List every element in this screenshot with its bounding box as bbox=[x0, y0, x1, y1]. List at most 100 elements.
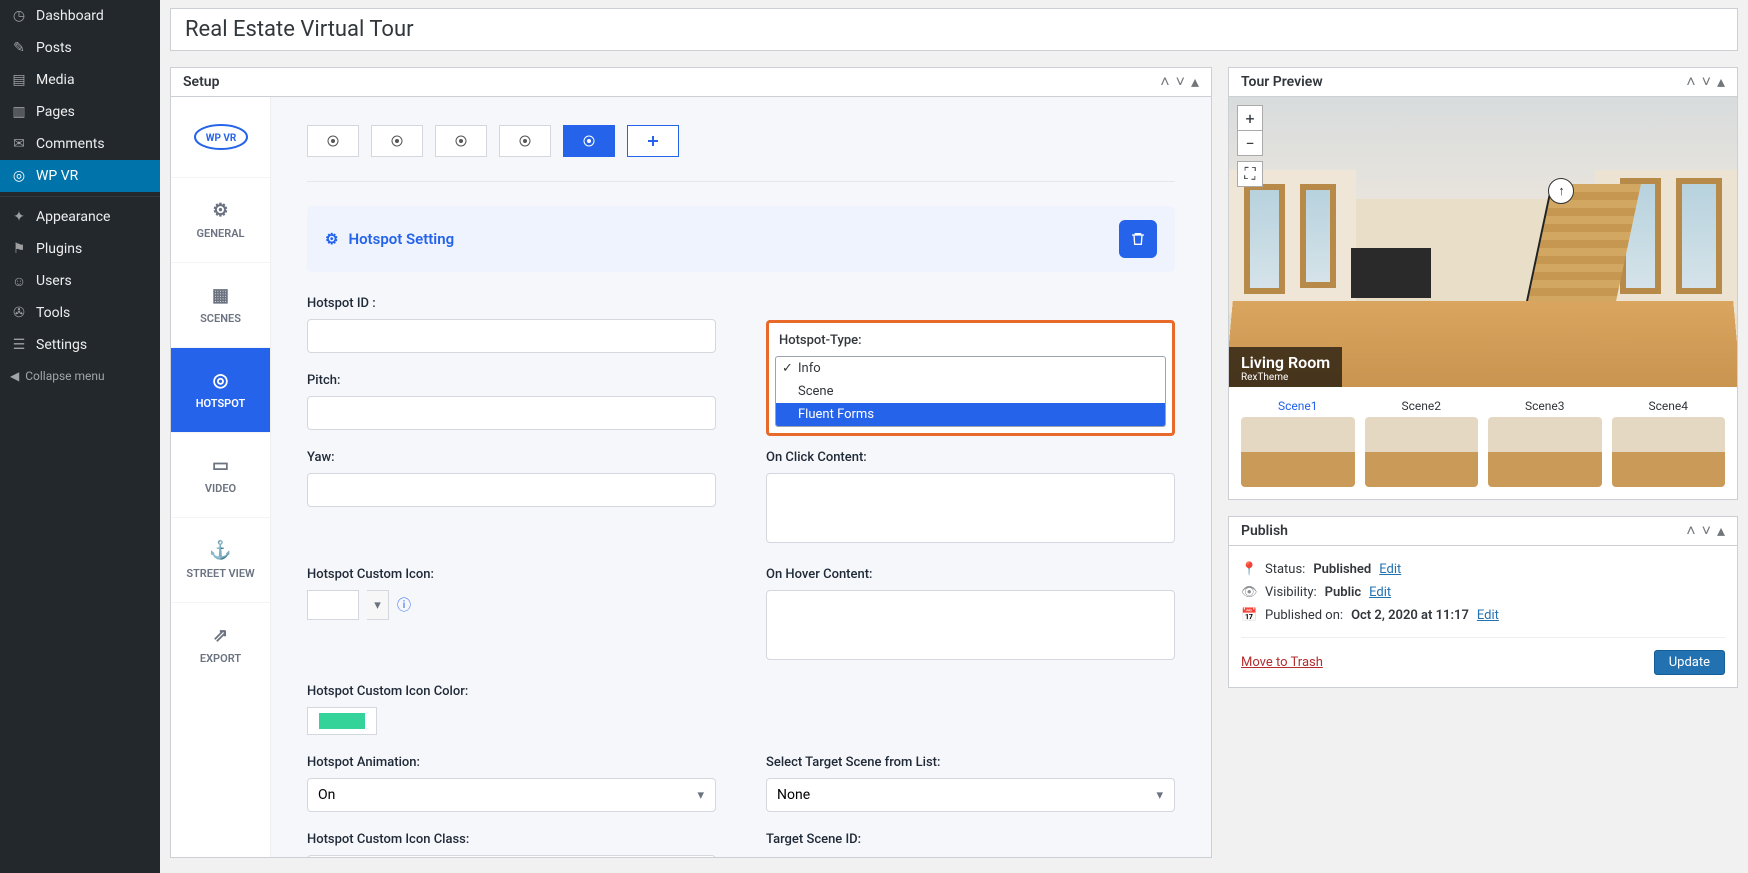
edit-publishedon-link[interactable]: Edit bbox=[1477, 608, 1499, 623]
hotspot-type-dropdown-highlight: Hotspot-Type: Info Scene Fluent Forms bbox=[766, 320, 1175, 436]
select-target-scene[interactable]: None bbox=[766, 778, 1175, 812]
label-target-scene: Select Target Scene from List: bbox=[766, 755, 1175, 770]
scene-thumb-4[interactable]: Scene4 bbox=[1612, 399, 1726, 487]
vtab-hotspot[interactable]: ◎HOTSPOT bbox=[171, 347, 270, 432]
hotspot-type-option-info[interactable]: Info bbox=[776, 357, 1165, 380]
admin-menu-dashboard[interactable]: ◷Dashboard bbox=[0, 0, 160, 32]
admin-menu-tools[interactable]: ✇Tools bbox=[0, 297, 160, 329]
thumb-image bbox=[1488, 417, 1602, 487]
input-onclick[interactable] bbox=[766, 473, 1175, 543]
hotspot-tab-5[interactable] bbox=[563, 125, 615, 157]
panel-down-icon[interactable]: ˅ bbox=[1702, 523, 1711, 539]
svg-text:WP VR: WP VR bbox=[205, 133, 236, 144]
label-pitch: Pitch: bbox=[307, 373, 716, 388]
admin-menu-label: Dashboard bbox=[36, 8, 104, 24]
icon-picker-box[interactable] bbox=[307, 590, 359, 620]
scene-thumb-1[interactable]: Scene1 bbox=[1241, 399, 1355, 487]
update-button[interactable]: Update bbox=[1654, 650, 1725, 675]
vtab-label: STREET VIEW bbox=[186, 567, 254, 580]
comment-icon: ✉ bbox=[10, 135, 28, 153]
panorama-preview[interactable]: + − ⛶ ↑ Living Room RexTheme bbox=[1229, 97, 1737, 387]
vtab-scenes[interactable]: ▦SCENES bbox=[171, 262, 270, 347]
collapse-icon: ◀ bbox=[10, 369, 19, 383]
panel-toggle-icon[interactable]: ▴ bbox=[1717, 74, 1725, 90]
admin-menu-label: Media bbox=[36, 72, 75, 88]
admin-menu-label: Comments bbox=[36, 136, 105, 152]
panel-toggle-icon[interactable]: ▴ bbox=[1191, 74, 1199, 90]
admin-menu-label: Users bbox=[36, 273, 72, 289]
vtab-video[interactable]: ▭VIDEO bbox=[171, 432, 270, 517]
scene-thumb-2[interactable]: Scene2 bbox=[1365, 399, 1479, 487]
scene-thumb-3[interactable]: Scene3 bbox=[1488, 399, 1602, 487]
export-icon: ⇗ bbox=[213, 625, 228, 646]
zoom-out-button[interactable]: − bbox=[1237, 130, 1263, 156]
input-icon-class[interactable] bbox=[307, 855, 716, 857]
admin-menu-comments[interactable]: ✉ Comments bbox=[0, 128, 160, 160]
pin-icon: ✎ bbox=[10, 39, 28, 57]
hotspot-tab-1[interactable] bbox=[307, 125, 359, 157]
delete-hotspot-button[interactable] bbox=[1119, 220, 1157, 258]
edit-status-link[interactable]: Edit bbox=[1379, 562, 1401, 577]
panel-down-icon[interactable]: ˅ bbox=[1176, 74, 1185, 90]
panel-up-icon[interactable]: ˄ bbox=[1686, 74, 1695, 90]
brush-icon: ✦ bbox=[10, 208, 28, 226]
admin-menu-plugins[interactable]: ⚑Plugins bbox=[0, 233, 160, 265]
admin-menu-label: Settings bbox=[36, 337, 87, 353]
slider-icon: ☰ bbox=[10, 336, 28, 354]
thumb-image bbox=[1365, 417, 1479, 487]
gear-icon: ⚙ bbox=[325, 230, 338, 248]
vtab-export[interactable]: ⇗EXPORT bbox=[171, 602, 270, 687]
hotspot-tab-add[interactable] bbox=[627, 125, 679, 157]
label-hotspot-id: Hotspot ID : bbox=[307, 296, 716, 311]
page-title-input[interactable]: Real Estate Virtual Tour bbox=[170, 8, 1738, 51]
input-pitch[interactable] bbox=[307, 396, 716, 430]
page-icon: ▥ bbox=[10, 103, 28, 121]
vtab-label: HOTSPOT bbox=[196, 397, 246, 410]
hotspot-tab-4[interactable] bbox=[499, 125, 551, 157]
hotspot-type-dropdown[interactable]: Info Scene Fluent Forms bbox=[775, 356, 1166, 427]
plug-icon: ⚑ bbox=[10, 240, 28, 258]
hotspot-type-option-scene[interactable]: Scene bbox=[776, 380, 1165, 403]
input-yaw[interactable] bbox=[307, 473, 716, 507]
preview-caption-title: Living Room bbox=[1241, 353, 1330, 372]
vtab-streetview[interactable]: ⚓STREET VIEW bbox=[171, 517, 270, 602]
info-icon[interactable]: ⓘ bbox=[397, 595, 411, 615]
label-hotspot-type: Hotspot-Type: bbox=[775, 329, 1166, 356]
admin-menu-appearance[interactable]: ✦Appearance bbox=[0, 201, 160, 233]
vr-icon: ◎ bbox=[10, 167, 28, 185]
input-onhover[interactable] bbox=[766, 590, 1175, 660]
admin-menu-wpvr[interactable]: ◎WP VR bbox=[0, 160, 160, 192]
collapse-menu[interactable]: ◀Collapse menu bbox=[0, 361, 160, 391]
hotspot-type-option-fluent[interactable]: Fluent Forms bbox=[776, 403, 1165, 426]
admin-menu-posts[interactable]: ✎Posts bbox=[0, 32, 160, 64]
tour-preview-title: Tour Preview bbox=[1241, 74, 1323, 90]
admin-menu-label: Pages bbox=[36, 104, 75, 120]
select-animation[interactable]: On bbox=[307, 778, 716, 812]
panel-up-icon[interactable]: ˄ bbox=[1160, 74, 1169, 90]
icon-picker-toggle[interactable]: ▾ bbox=[367, 590, 389, 620]
admin-menu-settings[interactable]: ☰ Settings bbox=[0, 329, 160, 361]
panel-down-icon[interactable]: ˅ bbox=[1702, 74, 1711, 90]
move-to-trash-link[interactable]: Move to Trash bbox=[1241, 655, 1323, 670]
admin-menu-media[interactable]: ▤Media bbox=[0, 64, 160, 96]
scene-name: Scene4 bbox=[1648, 399, 1688, 413]
visibility-value: Public bbox=[1325, 585, 1361, 600]
fullscreen-button[interactable]: ⛶ bbox=[1237, 161, 1263, 187]
hotspot-tab-2[interactable] bbox=[371, 125, 423, 157]
vtab-general[interactable]: ⚙GENERAL bbox=[171, 177, 270, 262]
panel-toggle-icon[interactable]: ▴ bbox=[1717, 523, 1725, 539]
input-hotspot-id[interactable] bbox=[307, 319, 716, 353]
admin-menu-users[interactable]: ☺Users bbox=[0, 265, 160, 297]
admin-menu-pages[interactable]: ▥ Pages bbox=[0, 96, 160, 128]
hotspot-tab-3[interactable] bbox=[435, 125, 487, 157]
status-label: Status: bbox=[1265, 562, 1305, 577]
color-picker[interactable] bbox=[307, 707, 377, 735]
eye-icon: 👁 bbox=[1241, 585, 1257, 600]
panel-up-icon[interactable]: ˄ bbox=[1686, 523, 1695, 539]
zoom-in-button[interactable]: + bbox=[1237, 105, 1263, 131]
calendar-icon: 📅 bbox=[1241, 608, 1257, 623]
publishedon-label: Published on: bbox=[1265, 608, 1343, 623]
color-swatch bbox=[319, 713, 365, 729]
wpvr-brand-logo: WP VR bbox=[171, 97, 270, 177]
edit-visibility-link[interactable]: Edit bbox=[1369, 585, 1391, 600]
